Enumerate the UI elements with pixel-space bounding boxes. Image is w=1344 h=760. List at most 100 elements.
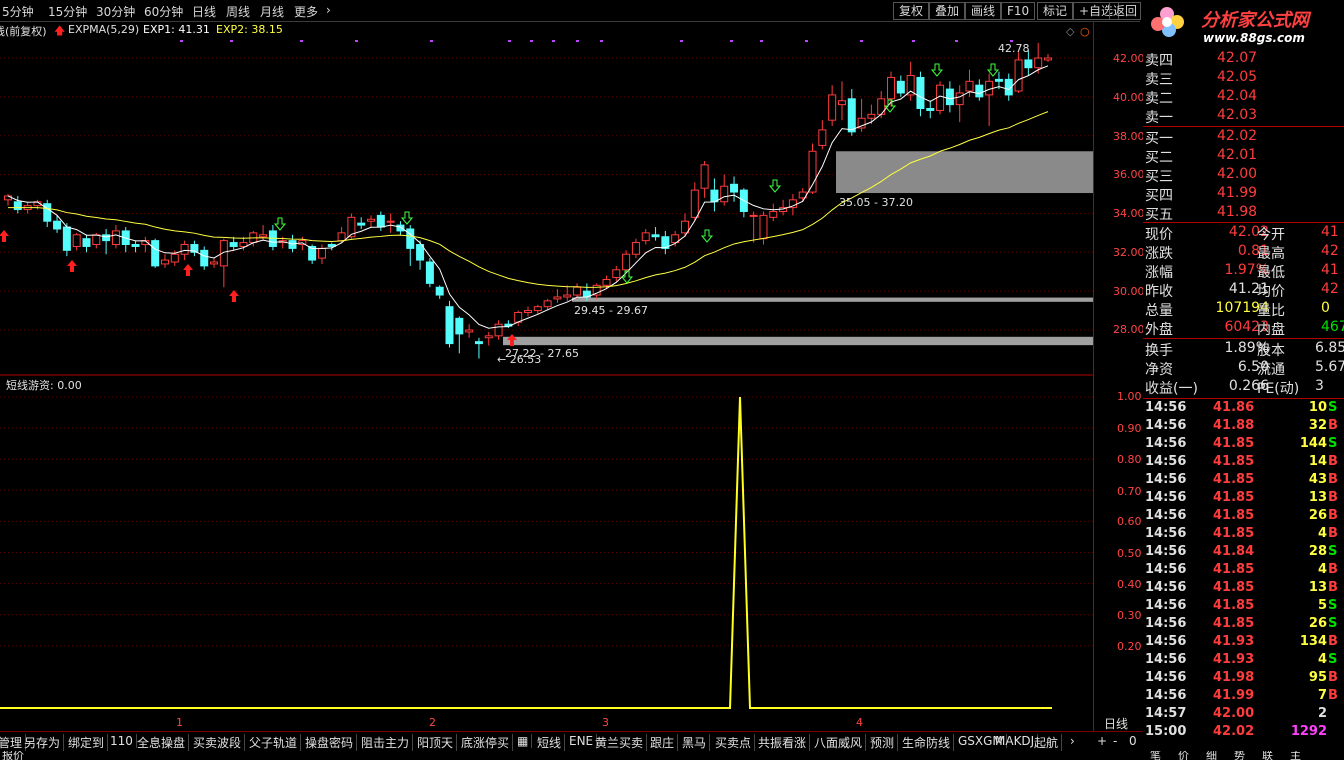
status-quote[interactable]: 报价 — [2, 751, 24, 760]
candle[interactable] — [847, 98, 856, 133]
indicator-tab-2[interactable]: 绑定到 — [68, 734, 109, 751]
candle[interactable] — [455, 317, 464, 335]
status-tab[interactable]: 细 — [1206, 751, 1217, 760]
indicator-tab-17[interactable]: 买卖点 — [715, 734, 756, 751]
candle[interactable] — [357, 222, 366, 226]
candle[interactable] — [92, 234, 101, 246]
candle[interactable] — [965, 80, 974, 92]
candle[interactable] — [690, 189, 699, 218]
candle[interactable] — [210, 261, 219, 265]
indicator-tab-11[interactable]: ▦ — [517, 734, 533, 748]
period-60min[interactable]: 60分钟 — [144, 3, 183, 20]
candle[interactable] — [730, 183, 739, 193]
candle[interactable] — [1024, 59, 1033, 69]
candle[interactable] — [896, 80, 905, 94]
candle[interactable] — [680, 220, 689, 234]
ask-row[interactable]: 卖三 42.05 — [1143, 69, 1344, 88]
indicator-tab-8[interactable]: 阻击主力 — [361, 734, 414, 751]
period-more[interactable]: 更多 — [294, 3, 318, 20]
candle[interactable] — [543, 300, 552, 308]
candle[interactable] — [622, 253, 631, 271]
candle[interactable] — [906, 74, 915, 96]
candle[interactable] — [72, 234, 81, 247]
candle[interactable] — [376, 214, 385, 228]
candle[interactable] — [1034, 57, 1043, 69]
mark-button[interactable]: 标记 — [1037, 2, 1074, 20]
candle[interactable] — [317, 247, 326, 259]
ask-row[interactable]: 卖四 42.07 — [1143, 50, 1344, 69]
candle[interactable] — [837, 100, 846, 106]
indicator-tab-24[interactable]: 起航 — [1034, 734, 1063, 751]
status-tab[interactable]: 联 — [1262, 751, 1273, 760]
indicator-tab-21[interactable]: 生命防线 — [902, 734, 955, 751]
candle[interactable] — [926, 108, 935, 111]
candle[interactable] — [465, 329, 474, 333]
overlay-button[interactable]: 叠加 — [929, 2, 966, 20]
candle[interactable] — [887, 76, 896, 100]
candle[interactable] — [975, 84, 984, 98]
candle[interactable] — [720, 185, 729, 203]
indicator-tab-20[interactable]: 预测 — [870, 734, 899, 751]
candle[interactable] — [239, 242, 248, 247]
indicator-tab-15[interactable]: 跟庄 — [650, 734, 679, 751]
ask-row[interactable]: 卖一 42.03 — [1143, 107, 1344, 126]
candle[interactable] — [396, 224, 405, 232]
candle[interactable] — [474, 341, 483, 345]
period-5min[interactable]: 5分钟 — [2, 3, 34, 20]
candle[interactable] — [386, 220, 395, 223]
status-tab[interactable]: 价 — [1178, 751, 1189, 760]
candle[interactable] — [867, 113, 876, 119]
candle[interactable] — [533, 306, 542, 312]
candle[interactable] — [749, 214, 758, 217]
indicator-tab-12[interactable]: 短线 — [537, 734, 566, 751]
status-tab[interactable]: 主 — [1290, 751, 1301, 760]
ask-row[interactable]: 卖二 42.04 — [1143, 88, 1344, 107]
candle[interactable] — [916, 76, 925, 110]
circle-icon[interactable]: ○ — [1080, 25, 1090, 38]
candle[interactable] — [367, 218, 376, 222]
indicator-tab-10[interactable]: 底涨停买 — [461, 734, 514, 751]
bid-row[interactable]: 买二 42.01 — [1143, 147, 1344, 166]
indicator-tab-0[interactable]: 管理 — [0, 734, 27, 751]
candle[interactable] — [425, 261, 434, 284]
indicator-tab-5[interactable]: 买卖波段 — [193, 734, 246, 751]
candle[interactable] — [700, 164, 709, 189]
candle[interactable] — [229, 242, 238, 247]
candle[interactable] — [435, 286, 444, 296]
indicator-tab-13[interactable]: ENE — [569, 734, 598, 748]
status-tab[interactable]: 势 — [1234, 751, 1245, 760]
period-month[interactable]: 月线 — [260, 3, 284, 20]
candle[interactable] — [553, 296, 562, 300]
indicator-tab-7[interactable]: 操盘密码 — [305, 734, 358, 751]
indicator-tab-6[interactable]: 父子轨道 — [249, 734, 302, 751]
candle[interactable] — [985, 80, 994, 96]
candle[interactable] — [337, 232, 346, 242]
candle[interactable] — [641, 232, 650, 242]
candle[interactable] — [445, 306, 454, 345]
candle[interactable] — [180, 244, 189, 255]
candle[interactable] — [1044, 57, 1052, 61]
candle[interactable] — [1014, 59, 1023, 92]
indicator-tab-16[interactable]: 黑马 — [682, 734, 711, 751]
indicator-tab-4[interactable]: 全息操盘 — [137, 734, 190, 751]
candle[interactable] — [828, 94, 837, 121]
tab-scroll-icon[interactable]: › — [1070, 734, 1075, 748]
candle[interactable] — [994, 78, 1003, 82]
candle[interactable] — [62, 226, 71, 251]
candle[interactable] — [160, 259, 169, 265]
candle[interactable] — [631, 242, 640, 255]
indicator-tab-1[interactable]: 另存为 — [24, 734, 65, 751]
candle[interactable] — [102, 234, 111, 242]
zoom-in-button[interactable]: + — [1097, 734, 1107, 748]
candle[interactable] — [945, 88, 954, 106]
indicator-tab-23[interactable]: MAKDJ — [995, 734, 1039, 748]
indicator-tab-19[interactable]: 八面威风 — [814, 734, 867, 751]
status-tab[interactable]: 笔 — [1150, 751, 1161, 760]
candle[interactable] — [612, 269, 621, 279]
candle[interactable] — [651, 234, 660, 238]
candle[interactable] — [13, 201, 22, 211]
candle[interactable] — [131, 244, 140, 247]
candle[interactable] — [759, 214, 768, 240]
period-day[interactable]: 日线 — [192, 3, 216, 20]
draw-line-button[interactable]: 画线 — [965, 2, 1002, 20]
